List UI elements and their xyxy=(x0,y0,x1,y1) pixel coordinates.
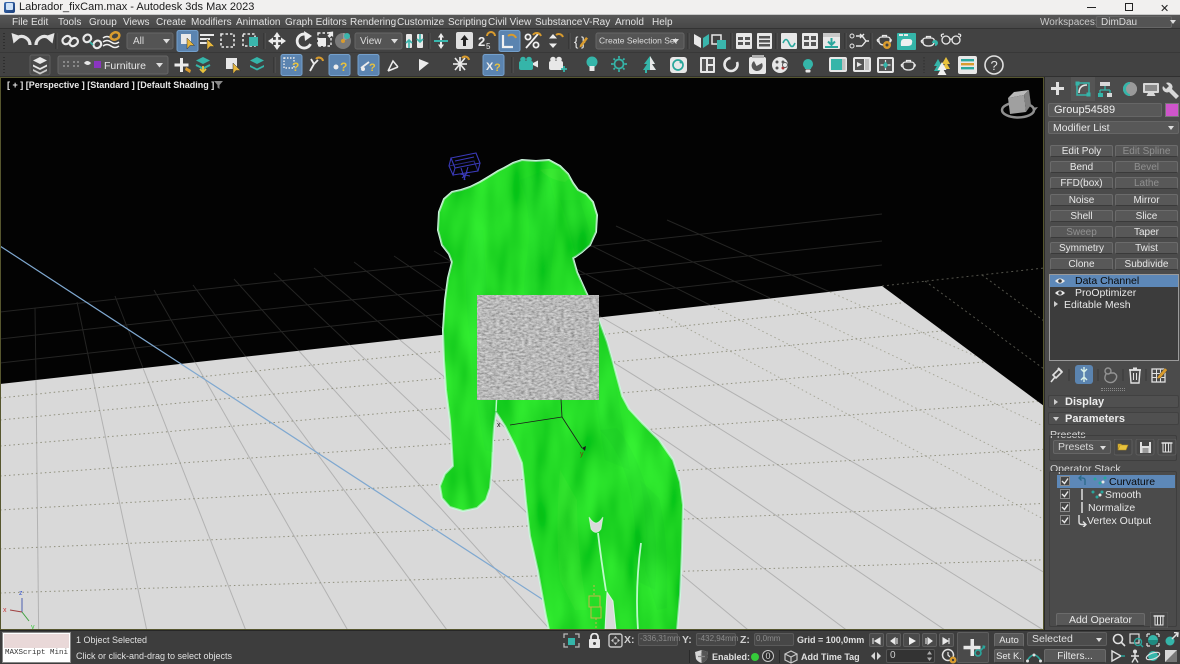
svg-text:5: 5 xyxy=(486,42,491,51)
svg-text:Furniture: Furniture xyxy=(104,60,146,72)
svg-text:?: ? xyxy=(292,60,299,74)
svg-text:All: All xyxy=(133,36,144,47)
svg-text:x: x xyxy=(3,607,7,614)
svg-text:?: ? xyxy=(494,62,501,74)
svg-text:z: z xyxy=(19,590,23,597)
svg-text:Create Selection Set: Create Selection Set xyxy=(599,36,678,46)
svg-text:View: View xyxy=(360,36,382,47)
svg-text:X: X xyxy=(486,61,494,73)
svg-text:?: ? xyxy=(369,62,376,74)
svg-text:x: x xyxy=(497,422,501,429)
svg-text:?: ? xyxy=(991,58,998,73)
svg-text:y: y xyxy=(580,451,584,458)
svg-text:?: ? xyxy=(340,60,347,74)
svg-text:2: 2 xyxy=(478,34,485,49)
svg-text:[ + ] [Perspective ] [Standard: [ + ] [Perspective ] [Standard ] [Defaul… xyxy=(7,80,214,90)
